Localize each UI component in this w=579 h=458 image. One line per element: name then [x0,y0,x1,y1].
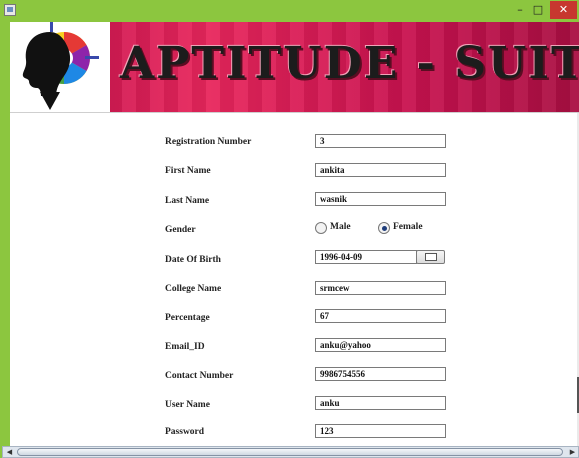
registration-number-label: Registration Number [165,137,252,147]
gender-female-label: Female [393,222,423,232]
email-label: Email_ID [165,342,205,352]
banner-title: APTITUDE - SUITE [120,38,579,89]
gender-female-radio[interactable] [378,222,390,234]
close-button[interactable]: ✕ [550,1,577,19]
window-titlebar: – □ ✕ [0,0,579,22]
horizontal-scroll-thumb[interactable] [17,448,563,456]
registration-form-panel: Registration Number 3 First Name ankita … [10,112,579,447]
brain-head-logo-icon [10,22,110,112]
password-field[interactable]: 123 [315,424,446,438]
calendar-icon [425,253,437,261]
percentage-label: Percentage [165,313,210,323]
password-label: Password [165,427,205,437]
last-name-field[interactable]: wasnik [315,192,446,206]
date-of-birth-field[interactable]: 1996-04-09 [315,250,417,264]
maximize-button[interactable]: □ [529,1,547,19]
percentage-field[interactable]: 67 [315,309,446,323]
minimize-button[interactable]: – [512,1,528,19]
scroll-left-arrow-icon[interactable]: ◀ [4,447,15,457]
first-name-label: First Name [165,166,211,176]
last-name-label: Last Name [165,196,210,206]
gender-male-label: Male [330,222,351,232]
scroll-right-arrow-icon[interactable]: ▶ [567,447,578,457]
calendar-button[interactable] [416,250,445,264]
horizontal-scrollbar[interactable]: ◀ ▶ [2,446,579,458]
date-of-birth-label: Date Of Birth [165,255,221,265]
college-name-field[interactable]: srmcew [315,281,446,295]
gender-male-radio[interactable] [315,222,327,234]
user-name-field[interactable]: anku [315,396,446,410]
app-banner: APTITUDE - SUITE [10,22,579,112]
user-name-label: User Name [165,400,210,410]
gender-label: Gender [165,225,196,235]
app-icon[interactable] [4,4,16,16]
registration-number-field[interactable]: 3 [315,134,446,148]
college-name-label: College Name [165,284,222,294]
email-field[interactable]: anku@yahoo [315,338,446,352]
contact-number-label: Contact Number [165,371,234,381]
contact-number-field[interactable]: 9986754556 [315,367,446,381]
first-name-field[interactable]: ankita [315,163,446,177]
